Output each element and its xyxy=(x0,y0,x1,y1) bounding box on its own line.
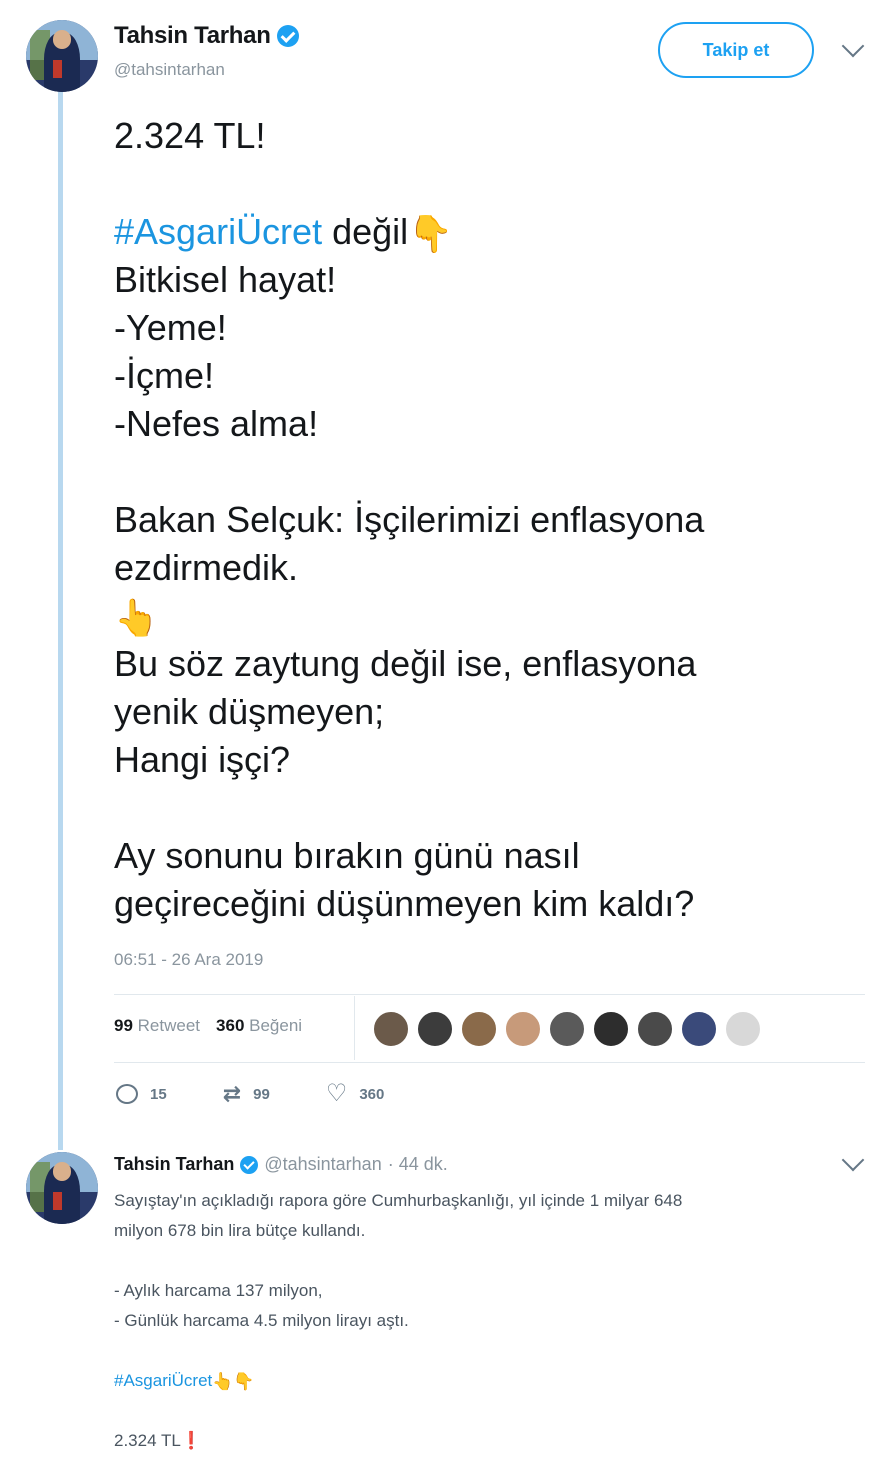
heart-icon: ♡ xyxy=(325,1080,348,1107)
exclamation-emoji: ❗ xyxy=(180,1431,202,1450)
liker-avatar[interactable] xyxy=(592,1010,630,1048)
text-line: Ay sonunu bırakın günü nasıl xyxy=(114,832,834,880)
text-line: - Aylık harcama 137 milyon, xyxy=(114,1276,834,1306)
retweet-button[interactable]: ⇄ 99 xyxy=(222,1081,270,1106)
line-text: Ay sonunu bırakın günü nasıl xyxy=(114,835,580,876)
reply-author-avatar[interactable] xyxy=(26,1152,98,1224)
liker-avatar[interactable] xyxy=(504,1010,542,1048)
author-avatar[interactable] xyxy=(26,20,98,92)
reply-count: 15 xyxy=(150,1085,167,1103)
reply-author-name[interactable]: Tahsin Tarhan xyxy=(114,1154,234,1175)
chevron-down-icon[interactable] xyxy=(841,1148,865,1172)
verified-badge-icon xyxy=(276,25,299,47)
liker-avatar[interactable] xyxy=(372,1010,410,1048)
pointing-hand-emoji: 👆👇 xyxy=(212,1371,255,1391)
reply-button[interactable]: 15 xyxy=(116,1084,167,1104)
line-text: Bu söz zaytung değil ise, enflasyona xyxy=(114,643,697,684)
line-text: değil xyxy=(322,211,409,252)
likers-avatar-row xyxy=(372,1010,762,1048)
line-text: -İçme! xyxy=(114,355,215,396)
text-line: Sayıştay'ın açıkladığı rapora göre Cumhu… xyxy=(114,1186,834,1216)
retweet-count: 99 xyxy=(253,1085,270,1103)
liker-avatar[interactable] xyxy=(548,1010,586,1048)
follow-button[interactable]: Takip et xyxy=(658,22,814,78)
author-name[interactable]: Tahsin Tarhan xyxy=(114,22,271,50)
liker-avatar[interactable] xyxy=(416,1010,454,1048)
text-line: #AsgariÜcret 👆👇 xyxy=(114,1366,834,1396)
retweet-icon: ⇄ xyxy=(222,1081,242,1106)
line-text: Bakan Selçuk: İşçilerimizi enflasyona xyxy=(114,499,705,540)
thread-connector-line xyxy=(58,92,63,1150)
line-text: -Nefes alma! xyxy=(114,403,319,444)
pointing-hand-emoji: 👇 xyxy=(408,213,453,255)
liker-avatar[interactable] xyxy=(724,1010,762,1048)
text-line: Bakan Selçuk: İşçilerimizi enflasyona xyxy=(114,496,834,544)
reply-icon xyxy=(116,1084,138,1104)
like-count: 360 xyxy=(359,1085,385,1103)
reply-handle[interactable]: @tahsintarhan xyxy=(264,1154,381,1175)
retweet-stat[interactable]: 99 Retweet xyxy=(114,1016,200,1036)
engagement-stats: 99 Retweet 360 Beğeni xyxy=(114,1016,302,1036)
text-line: -Nefes alma! xyxy=(114,400,834,448)
verified-badge-icon xyxy=(240,1155,259,1174)
text-line: Bu söz zaytung değil ise, enflasyona xyxy=(114,640,834,688)
hashtag-link[interactable]: #AsgariÜcret xyxy=(114,1371,212,1390)
divider xyxy=(114,994,865,995)
line-text: Hangi işçi? xyxy=(114,739,291,780)
text-line: -İçme! xyxy=(114,352,834,400)
chevron-down-icon[interactable] xyxy=(841,34,865,58)
line-text: ezdirmedik. xyxy=(114,547,299,588)
divider xyxy=(114,1062,865,1063)
tweet-actions: 15 ⇄ 99 ♡ 360 xyxy=(116,1080,385,1107)
liker-avatar[interactable] xyxy=(636,1010,674,1048)
text-line: geçireceğini düşünmeyen kim kaldı? xyxy=(114,880,834,928)
line-text: Sayıştay'ın açıkladığı rapora göre Cumhu… xyxy=(114,1191,683,1210)
line-text: Bitkisel hayat! xyxy=(114,259,337,300)
text-line: 2.324 TL❗ xyxy=(114,1426,834,1456)
line-text: milyon 678 bin lira bütçe kullandı. xyxy=(114,1221,366,1240)
line-text: 2.324 TL! xyxy=(114,115,266,156)
text-line: - Günlük harcama 4.5 milyon lirayı aştı. xyxy=(114,1306,834,1336)
like-stat[interactable]: 360 Beğeni xyxy=(216,1016,302,1036)
line-text: -Yeme! xyxy=(114,307,227,348)
tweet-text: 2.324 TL! #AsgariÜcret değil👇 Bitkisel hay… xyxy=(114,112,834,928)
line-text: - Günlük harcama 4.5 milyon lirayı aştı. xyxy=(114,1311,409,1330)
text-line: Bitkisel hayat! xyxy=(114,256,834,304)
text-line: -Yeme! xyxy=(114,304,834,352)
line-text: yenik düşmeyen; xyxy=(114,691,385,732)
text-line: #AsgariÜcret değil👇 xyxy=(114,208,834,256)
text-line: 2.324 TL! xyxy=(114,112,834,160)
hashtag-link[interactable]: #AsgariÜcret xyxy=(114,211,322,252)
reply-time[interactable]: · 44 dk. xyxy=(388,1154,448,1175)
text-line: 👆 xyxy=(114,592,834,640)
line-text: 2.324 TL xyxy=(114,1431,181,1450)
like-button[interactable]: ♡ 360 xyxy=(325,1080,385,1107)
line-text: geçireceğini düşünmeyen kim kaldı? xyxy=(114,883,695,924)
reply-text: Sayıştay'ın açıkladığı rapora göre Cumhu… xyxy=(114,1186,834,1456)
tweet-timestamp[interactable]: 06:51 - 26 Ara 2019 xyxy=(114,950,263,970)
text-line: Hangi işçi? xyxy=(114,736,834,784)
text-line: ezdirmedik. xyxy=(114,544,834,592)
author-name-row: Tahsin Tarhan xyxy=(114,22,299,50)
liker-avatar[interactable] xyxy=(460,1010,498,1048)
line-text: - Aylık harcama 137 milyon, xyxy=(114,1281,323,1300)
pointing-hand-emoji: 👆 xyxy=(114,597,159,639)
author-handle[interactable]: @tahsintarhan xyxy=(114,60,225,80)
stats-divider xyxy=(354,996,355,1060)
text-line: yenik düşmeyen; xyxy=(114,688,834,736)
reply-header: Tahsin Tarhan @tahsintarhan · 44 dk. xyxy=(114,1154,448,1175)
text-line: milyon 678 bin lira bütçe kullandı. xyxy=(114,1216,834,1246)
liker-avatar[interactable] xyxy=(680,1010,718,1048)
